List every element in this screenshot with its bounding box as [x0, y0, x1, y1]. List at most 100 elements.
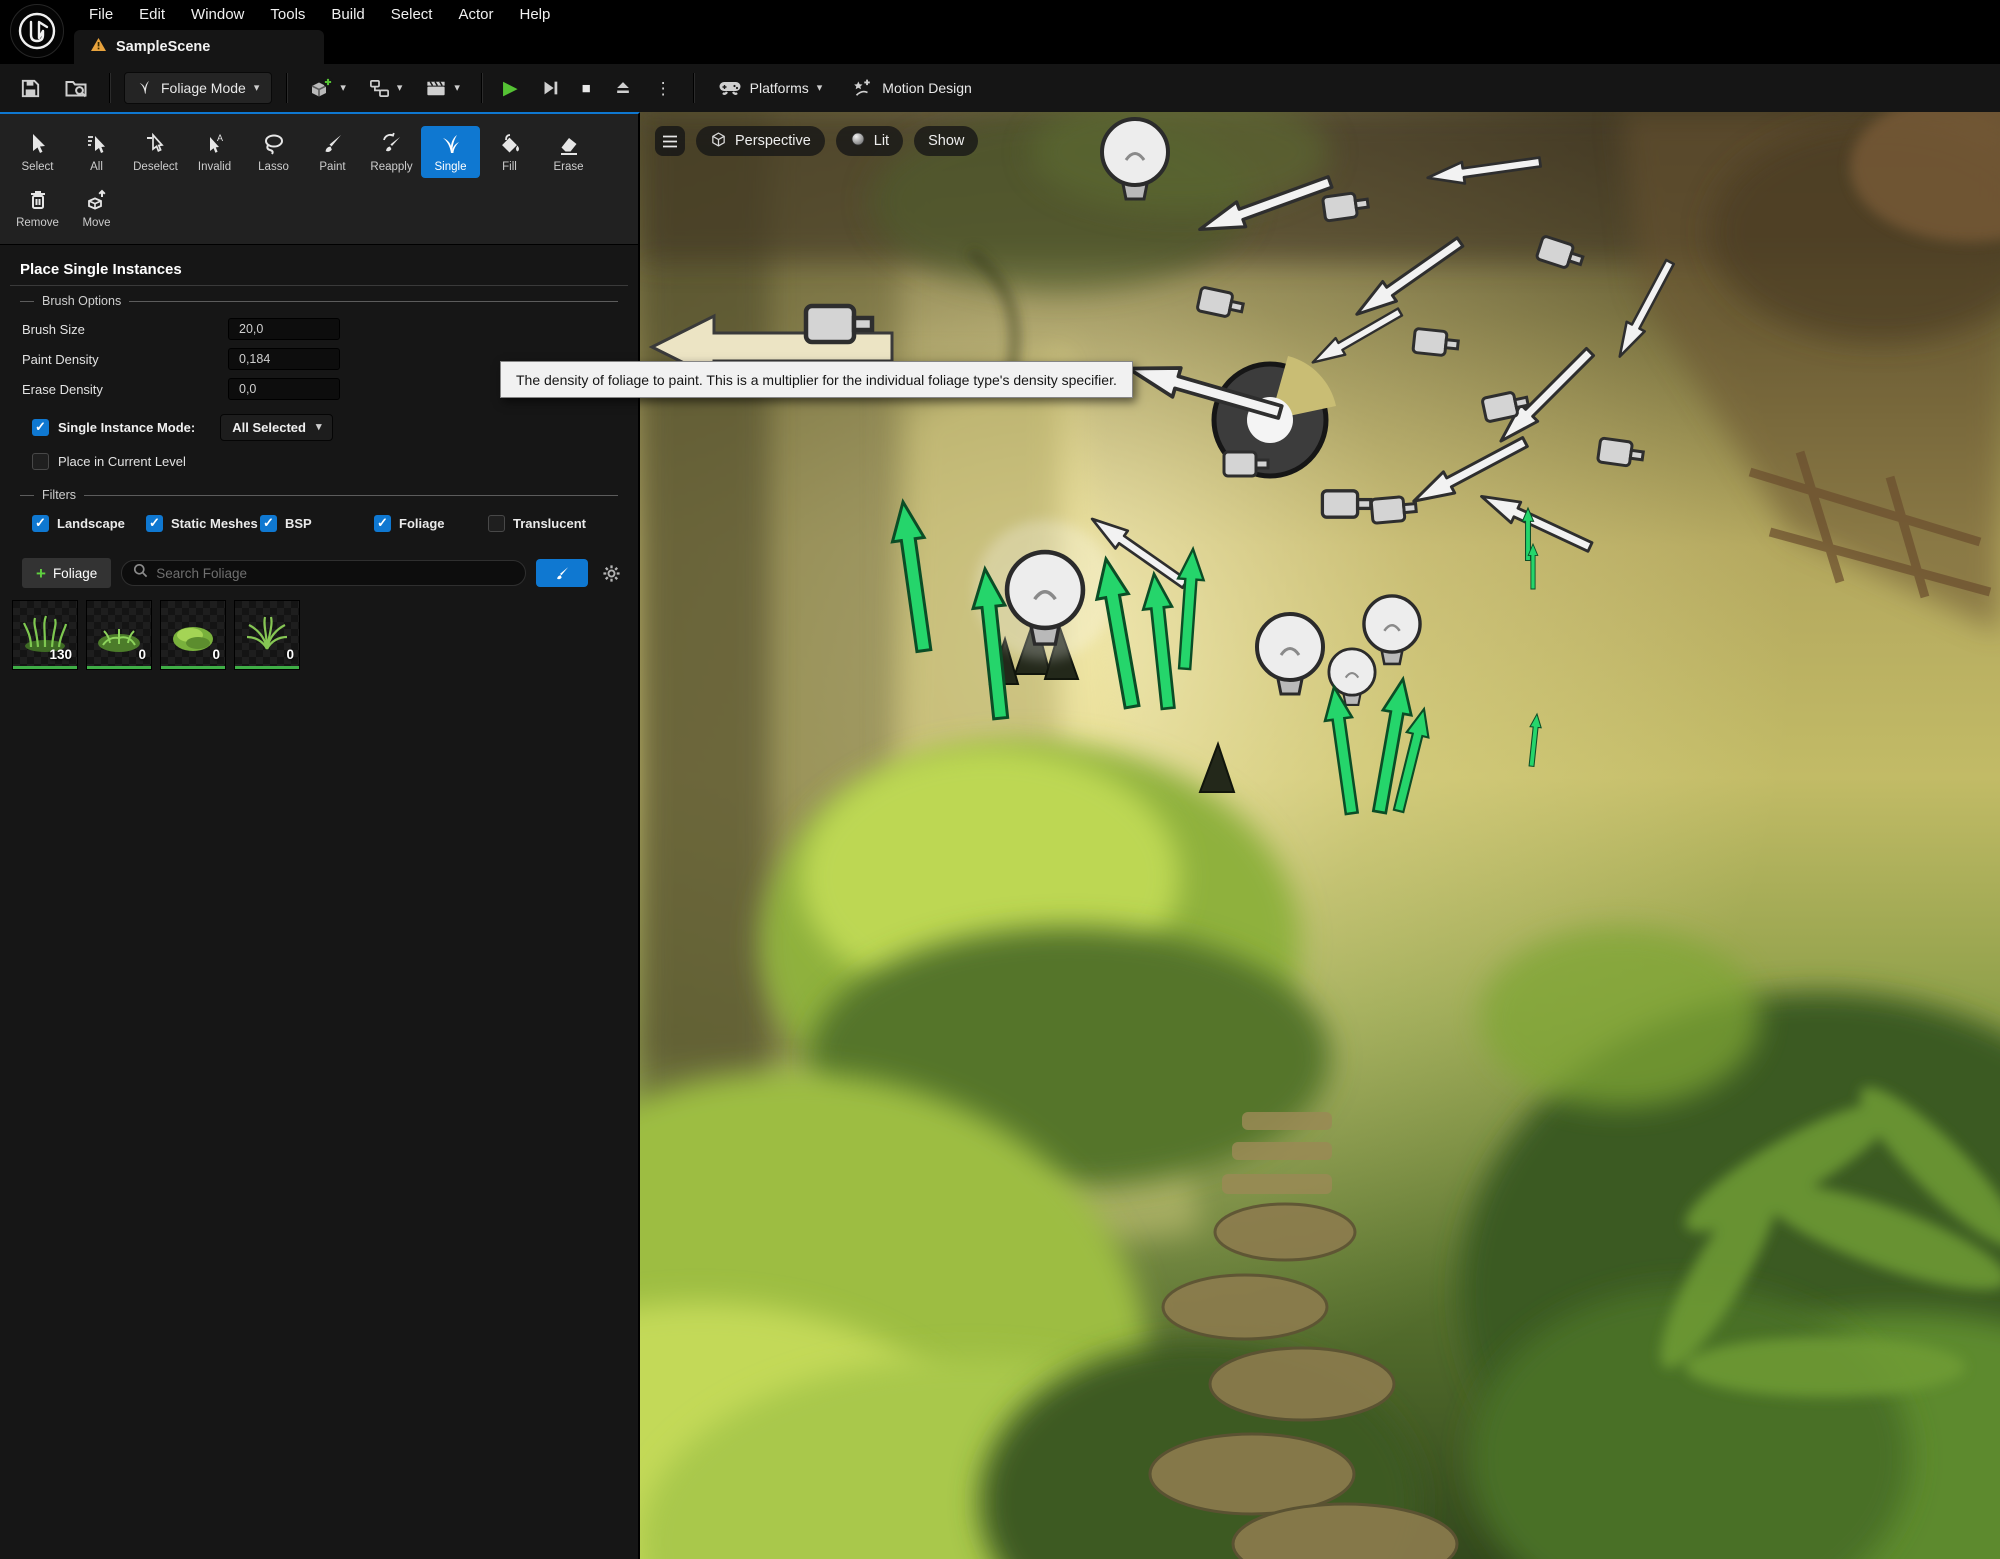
unreal-engine-logo-icon[interactable]: [10, 4, 64, 58]
filter-bsp: BSP: [260, 515, 374, 532]
tool-select-all[interactable]: All: [67, 126, 126, 178]
menu-tools[interactable]: Tools: [257, 0, 318, 30]
foliage-type-thumbnail[interactable]: 0: [234, 600, 300, 670]
instance-count: 0: [286, 647, 294, 662]
chevron-down-icon: ▾: [454, 83, 460, 94]
save-button[interactable]: [12, 71, 49, 105]
tool-fill[interactable]: Fill: [480, 126, 539, 178]
main-area: Select All Deselect A Invalid: [0, 112, 2000, 1559]
menu-select[interactable]: Select: [378, 0, 446, 30]
lit-sphere-icon: [850, 131, 866, 151]
gamepad-icon: [718, 77, 742, 100]
single-instance-mode-dropdown[interactable]: All Selected ▾: [220, 414, 333, 441]
tool-select[interactable]: Select: [8, 126, 67, 178]
svg-text:A: A: [217, 133, 223, 143]
paint-density-input[interactable]: 0,184: [228, 348, 340, 370]
instance-count: 0: [138, 647, 146, 662]
add-foliage-button[interactable]: + Foliage: [22, 558, 111, 588]
toolbar-separator: [109, 73, 110, 103]
play-options-kebab-button[interactable]: ⋮: [648, 71, 679, 105]
filter-landscape: Landscape: [32, 515, 146, 532]
stop-button[interactable]: ■: [575, 71, 598, 105]
thumbnail-status-bar: [13, 666, 77, 669]
platforms-dropdown[interactable]: Platforms ▾: [708, 71, 833, 105]
tool-paint[interactable]: Paint: [303, 126, 362, 178]
motion-design-button[interactable]: Motion Design: [840, 71, 982, 105]
erase-density-input[interactable]: 0,0: [228, 378, 340, 400]
divider: [10, 285, 628, 286]
foliage-settings-gear-button[interactable]: [598, 560, 624, 586]
show-dropdown[interactable]: Show: [914, 126, 978, 156]
foliage-mode-panel: Select All Deselect A Invalid: [0, 112, 640, 1559]
foliage-type-thumbnail[interactable]: 0: [86, 600, 152, 670]
menu-help[interactable]: Help: [507, 0, 564, 30]
chevron-down-icon: ▾: [397, 83, 403, 94]
landscape-checkbox[interactable]: [32, 515, 49, 532]
foliage-type-thumbnail[interactable]: 130: [12, 600, 78, 670]
foliage-type-thumbnail[interactable]: 0: [160, 600, 226, 670]
bsp-checkbox[interactable]: [260, 515, 277, 532]
viewport-menu-button[interactable]: [655, 126, 685, 156]
editor-mode-label: Foliage Mode: [161, 80, 246, 96]
foliage-mode-icon: [137, 79, 153, 98]
tool-deselect[interactable]: Deselect: [126, 126, 185, 178]
menu-window[interactable]: Window: [178, 0, 257, 30]
translucent-checkbox[interactable]: [488, 515, 505, 532]
menu-build[interactable]: Build: [318, 0, 377, 30]
filters-section-header: Filters: [20, 488, 618, 502]
platforms-label: Platforms: [750, 80, 809, 96]
single-instance-mode-checkbox[interactable]: [32, 419, 49, 436]
search-foliage-box[interactable]: [121, 560, 526, 586]
unreal-editor-window: File Edit Window Tools Build Select Acto…: [0, 0, 2000, 1559]
blueprints-button[interactable]: ▾: [361, 71, 410, 105]
thumbnail-status-bar: [235, 666, 299, 669]
toolbar-separator: [481, 73, 482, 103]
search-foliage-input[interactable]: [156, 566, 514, 581]
tab-samplescene[interactable]: SampleScene: [74, 30, 324, 64]
viewport-scene[interactable]: [640, 112, 2000, 1559]
static-meshes-checkbox[interactable]: [146, 515, 163, 532]
foliage-thumbnails: 130 0 0 0: [12, 600, 638, 670]
tool-move[interactable]: Move: [67, 182, 126, 234]
menu-file[interactable]: File: [76, 0, 126, 30]
tool-single[interactable]: Single: [421, 126, 480, 178]
toolbar-separator: [286, 73, 287, 103]
menu-edit[interactable]: Edit: [126, 0, 178, 30]
menu-actor[interactable]: Actor: [445, 0, 506, 30]
play-button[interactable]: ▶: [496, 71, 525, 105]
toolbar-separator: [693, 73, 694, 103]
paint-brush-toggle-button[interactable]: [536, 559, 588, 587]
tool-reapply[interactable]: Reapply: [362, 126, 421, 178]
tool-select-invalid[interactable]: A Invalid: [185, 126, 244, 178]
brush-size-input[interactable]: 20,0: [228, 318, 340, 340]
tool-remove[interactable]: Remove: [8, 182, 67, 234]
tool-erase[interactable]: Erase: [539, 126, 598, 178]
plus-icon: +: [36, 565, 46, 582]
filter-foliage: Foliage: [374, 515, 488, 532]
foliage-list-header: + Foliage: [22, 558, 624, 588]
tab-title: SampleScene: [116, 39, 210, 55]
brush-size-row: Brush Size 20,0: [0, 314, 638, 344]
motion-design-label: Motion Design: [882, 80, 972, 96]
warning-icon: [90, 37, 107, 57]
lit-dropdown[interactable]: Lit: [836, 126, 903, 156]
editor-mode-dropdown[interactable]: Foliage Mode ▾: [124, 72, 272, 104]
filters-row: Landscape Static Meshes BSP Foliage Tran…: [0, 508, 638, 538]
foliage-checkbox[interactable]: [374, 515, 391, 532]
perspective-dropdown[interactable]: Perspective: [696, 126, 825, 156]
filter-translucent: Translucent: [488, 515, 602, 532]
cinematics-button[interactable]: ▾: [417, 71, 467, 105]
tab-bar: SampleScene: [0, 30, 2000, 64]
chevron-down-icon: ▾: [817, 83, 823, 94]
browse-content-button[interactable]: [57, 71, 95, 105]
add-actor-button[interactable]: ▾: [301, 71, 353, 105]
filter-static-meshes: Static Meshes: [146, 515, 260, 532]
skip-frame-button[interactable]: [533, 71, 567, 105]
panel-heading: Place Single Instances: [20, 261, 618, 278]
foliage-tools: Select All Deselect A Invalid: [0, 114, 638, 245]
chevron-down-icon: ▾: [316, 422, 322, 433]
eject-button[interactable]: [606, 71, 640, 105]
viewport-3d[interactable]: Perspective Lit Show: [640, 112, 2000, 1559]
tool-lasso[interactable]: Lasso: [244, 126, 303, 178]
place-in-current-level-checkbox[interactable]: [32, 453, 49, 470]
